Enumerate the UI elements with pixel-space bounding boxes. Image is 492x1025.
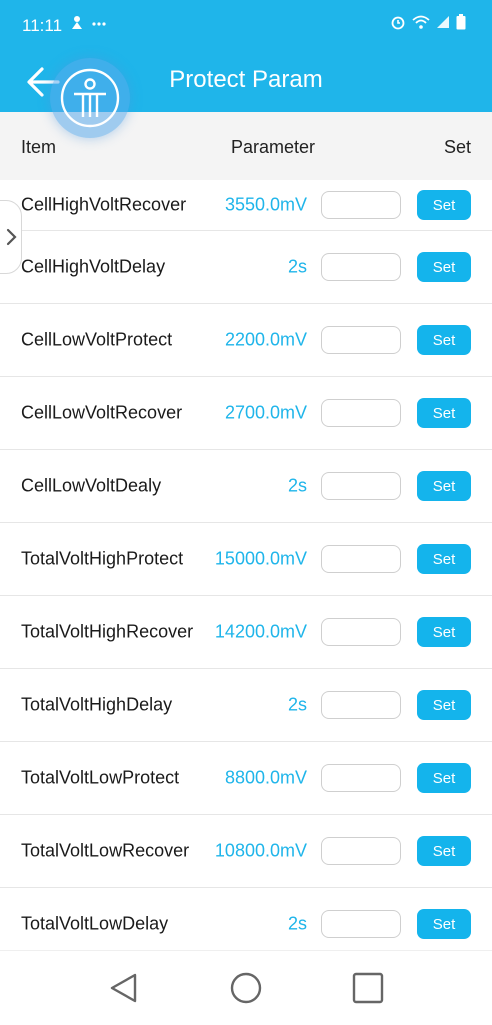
param-input[interactable] <box>321 691 401 719</box>
chevron-right-icon <box>6 228 17 246</box>
set-button[interactable]: Set <box>417 471 471 501</box>
status-time: 11:11 <box>22 16 63 35</box>
side-drawer-handle[interactable] <box>0 200 22 274</box>
param-row: CellHighVoltRecover 3550.0mV Set <box>0 180 492 231</box>
param-value: 2200.0mV <box>224 329 307 350</box>
param-name: TotalVoltHighProtect <box>21 548 184 569</box>
param-value: 3550.0mV <box>224 194 307 215</box>
column-set-label: Set <box>443 137 471 157</box>
param-name: CellHighVoltDelay <box>21 256 166 277</box>
wifi-icon <box>412 15 430 29</box>
set-button[interactable]: Set <box>417 690 471 720</box>
param-input[interactable] <box>321 837 401 865</box>
param-input[interactable] <box>321 545 401 573</box>
set-button[interactable]: Set <box>417 325 471 355</box>
more-icon <box>92 22 106 26</box>
param-row: CellHighVoltDelay 2s Set <box>0 231 492 304</box>
square-recents-icon[interactable] <box>351 971 385 1005</box>
battery-icon <box>456 14 466 30</box>
circle-home-icon[interactable] <box>229 971 263 1005</box>
column-item-label: Item <box>21 137 57 157</box>
param-input[interactable] <box>321 910 401 938</box>
triangle-back-icon[interactable] <box>107 971 141 1005</box>
param-value: 2s <box>287 913 307 934</box>
param-input[interactable] <box>321 253 401 281</box>
set-button[interactable]: Set <box>417 617 471 647</box>
set-button[interactable]: Set <box>417 836 471 866</box>
notification-icon <box>72 16 82 29</box>
param-row: TotalVoltLowProtect 8800.0mV Set <box>0 742 492 815</box>
param-name: TotalVoltHighDelay <box>21 694 173 715</box>
param-name: TotalVoltLowProtect <box>21 767 180 788</box>
param-name: TotalVoltLowDelay <box>21 913 169 934</box>
param-input[interactable] <box>321 472 401 500</box>
param-row: TotalVoltHighDelay 2s Set <box>0 669 492 742</box>
param-row: CellLowVoltRecover 2700.0mV Set <box>0 377 492 450</box>
set-button[interactable]: Set <box>417 763 471 793</box>
param-row: TotalVoltHighRecover 14200.0mV Set <box>0 596 492 669</box>
param-name: CellLowVoltProtect <box>21 329 173 350</box>
param-value: 2s <box>287 694 307 715</box>
status-right-icons <box>390 14 466 30</box>
param-input[interactable] <box>321 191 401 219</box>
param-value: 2s <box>287 256 307 277</box>
accessibility-icon <box>60 68 120 128</box>
status-left-icons <box>70 15 106 32</box>
set-button[interactable]: Set <box>417 252 471 282</box>
param-input[interactable] <box>321 618 401 646</box>
param-value: 8800.0mV <box>224 767 307 788</box>
param-row: TotalVoltHighProtect 15000.0mV Set <box>0 523 492 596</box>
param-row: TotalVoltLowRecover 10800.0mV Set <box>0 815 492 888</box>
param-name: TotalVoltLowRecover <box>21 840 190 861</box>
set-button[interactable]: Set <box>417 909 471 939</box>
param-row: CellLowVoltProtect 2200.0mV Set <box>0 304 492 377</box>
param-name: CellLowVoltDealy <box>21 475 162 496</box>
set-button[interactable]: Set <box>417 398 471 428</box>
param-input[interactable] <box>321 399 401 427</box>
param-value: 2700.0mV <box>224 402 307 423</box>
set-button[interactable]: Set <box>417 544 471 574</box>
param-name: TotalVoltHighRecover <box>21 621 194 642</box>
status-bar: 11:11 <box>0 0 492 52</box>
param-input[interactable] <box>321 326 401 354</box>
alarm-icon <box>391 16 405 30</box>
param-value: 10800.0mV <box>214 840 307 861</box>
nav-bar <box>0 950 492 1025</box>
param-row: CellLowVoltDealy 2s Set <box>0 450 492 523</box>
accessibility-button[interactable] <box>50 58 130 138</box>
param-name: CellLowVoltRecover <box>21 402 183 423</box>
param-value: 2s <box>287 475 307 496</box>
column-parameter-label: Parameter <box>231 137 316 157</box>
param-name: CellHighVoltRecover <box>21 194 187 215</box>
param-value: 14200.0mV <box>214 621 307 642</box>
param-list: CellHighVoltRecover 3550.0mV Set CellHighVo… <box>0 180 492 961</box>
param-value: 15000.0mV <box>214 548 307 569</box>
signal-icon <box>437 16 449 28</box>
param-input[interactable] <box>321 764 401 792</box>
set-button[interactable]: Set <box>417 190 471 220</box>
